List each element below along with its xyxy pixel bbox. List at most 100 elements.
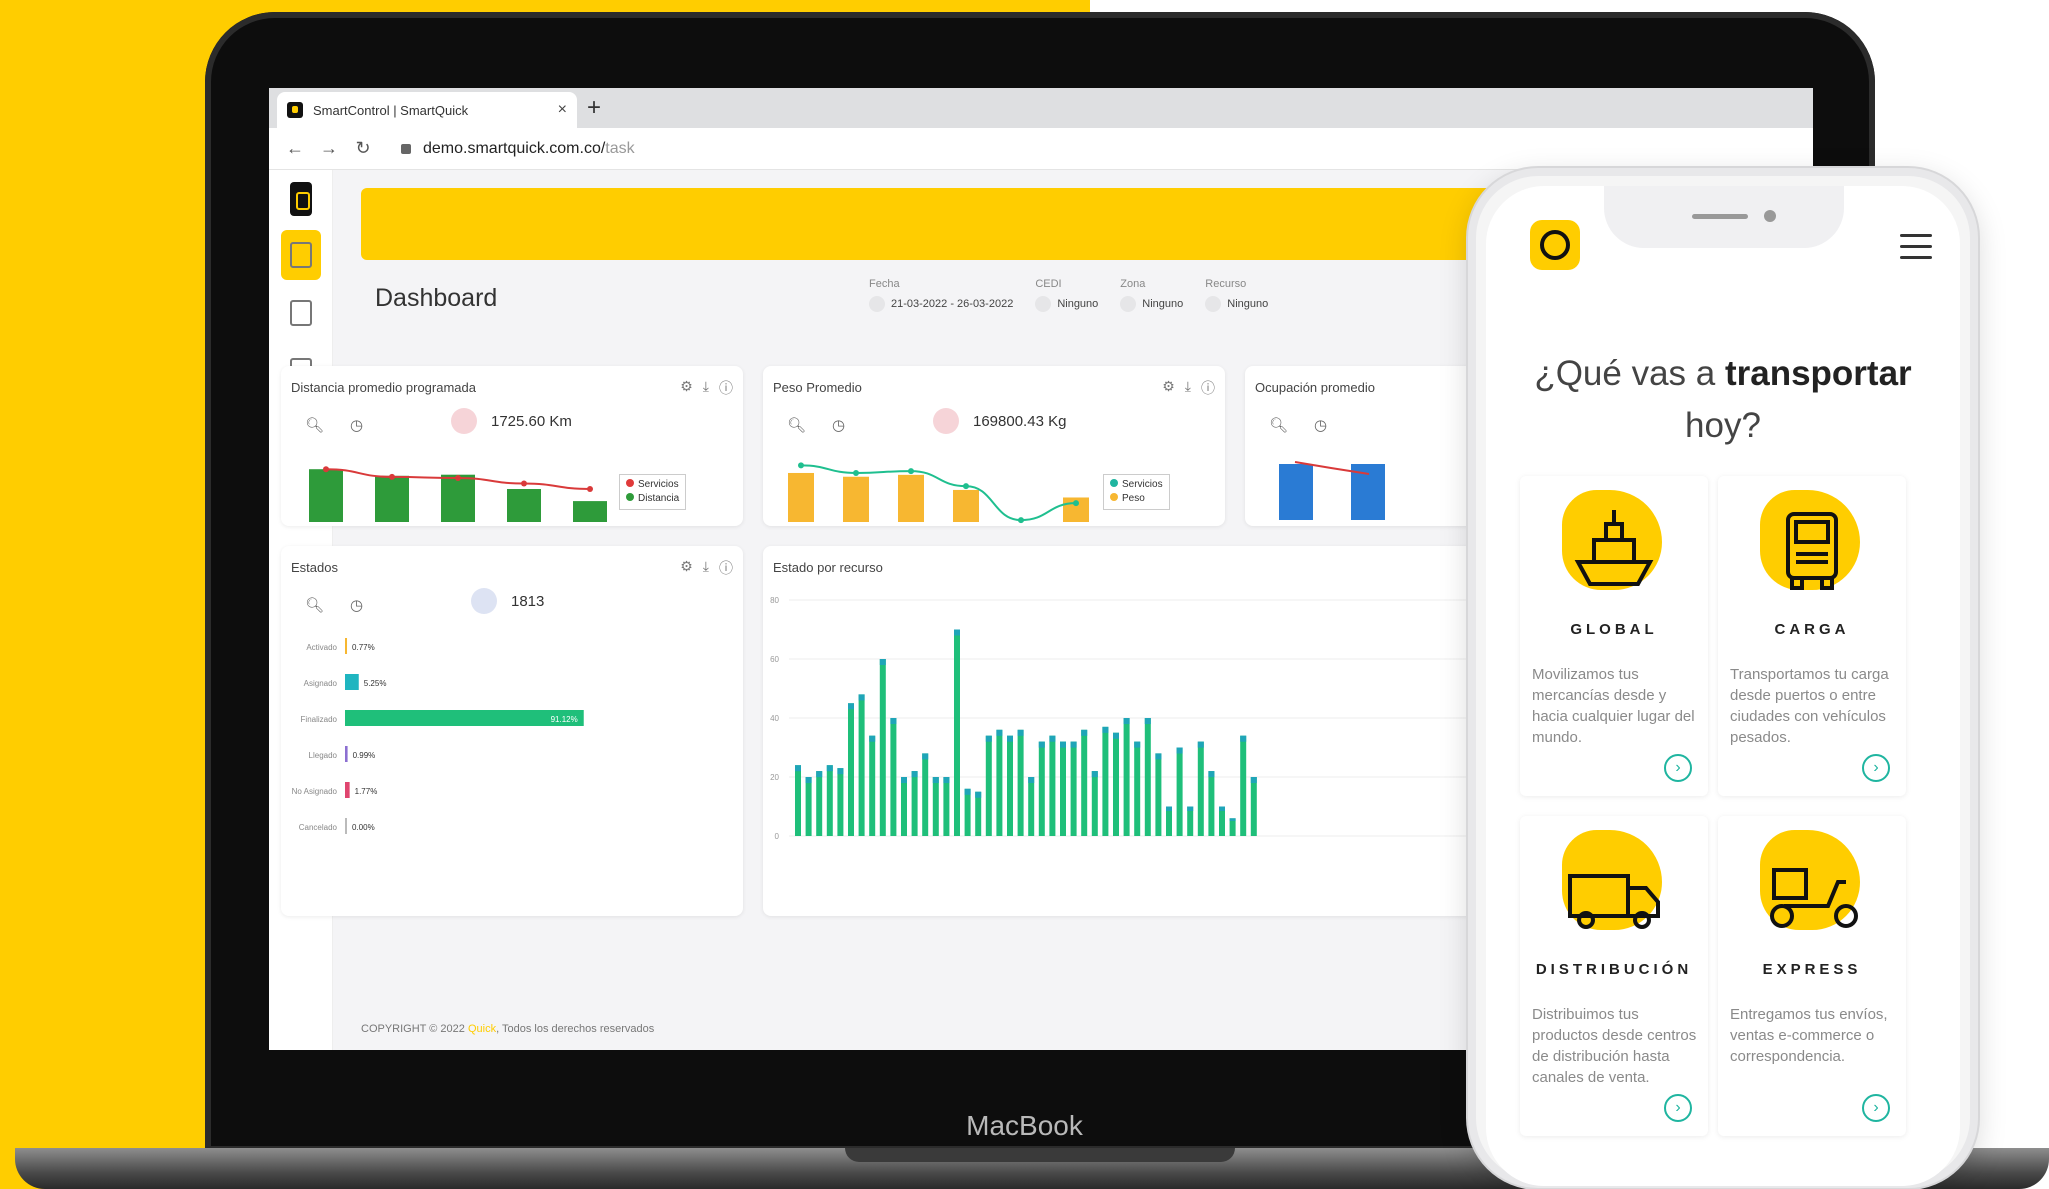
filter-fecha[interactable]: Fecha 21-03-2022 - 26-03-2022	[869, 278, 1013, 312]
service-card-carga[interactable]: CARGA Transportamos tu carga desde puert…	[1718, 476, 1906, 796]
bar-segment	[964, 788, 971, 795]
download-icon[interactable]: ⤓	[1185, 378, 1191, 398]
tick-label: 60	[770, 655, 779, 664]
sidebar-item-dashboard[interactable]	[281, 230, 321, 280]
card-title: Estado por recurso	[773, 560, 883, 575]
zoom-icon[interactable]: 🔍︎	[1269, 416, 1288, 434]
clock-icon[interactable]: ◷	[832, 416, 845, 434]
logo-ring	[1540, 230, 1570, 260]
card-title: Peso Promedio	[773, 380, 862, 395]
filter-label: CEDI	[1035, 278, 1062, 290]
delivery-truck-icon	[1568, 874, 1660, 929]
laptop-notch	[845, 1148, 1235, 1162]
legend-dot	[1110, 493, 1118, 501]
bar	[1123, 718, 1130, 836]
card-title: Estados	[291, 560, 338, 575]
bar-segment	[826, 765, 833, 772]
bar-segment	[1229, 818, 1236, 821]
bar	[345, 782, 350, 798]
reload-icon[interactable]: ↻	[349, 138, 377, 159]
sidebar-item-tasks[interactable]	[281, 288, 321, 338]
heading-text: ¿Qué vas a	[1534, 354, 1725, 393]
category-label: Asignado	[304, 679, 338, 688]
bar	[1229, 818, 1236, 836]
new-tab-button[interactable]: +	[587, 94, 601, 122]
bar-segment	[1017, 729, 1024, 736]
bar	[345, 710, 584, 726]
card-title: Ocupación promedio	[1255, 380, 1375, 395]
settings-icon[interactable]: ⚙	[680, 378, 693, 398]
service-card-distribucion[interactable]: DISTRIBUCIÓN Distribuimos tus productos …	[1520, 816, 1708, 1136]
arrow-right-icon[interactable]: ›	[1664, 754, 1692, 782]
settings-icon[interactable]: ⚙	[1162, 378, 1175, 398]
info-icon[interactable]: ⓘ	[719, 558, 733, 578]
browser-tab[interactable]: SmartControl | SmartQuick ×	[277, 92, 577, 128]
bar	[1240, 735, 1247, 836]
category-label: No Asignado	[292, 787, 338, 796]
bar	[309, 469, 343, 522]
chart-legend: Servicios Peso	[1103, 474, 1170, 510]
filter-cedi[interactable]: CEDI Ninguno	[1035, 278, 1098, 312]
footer-brand-link[interactable]: Quick	[468, 1023, 496, 1035]
bar	[843, 476, 869, 522]
bar	[1091, 771, 1098, 836]
service-desc: Distribuimos tus productos desde centros…	[1532, 1006, 1697, 1086]
bar-segment	[795, 765, 801, 772]
bar	[1102, 726, 1109, 836]
info-icon[interactable]: ⓘ	[1201, 378, 1215, 398]
filter-recurso[interactable]: Recurso Ninguno	[1205, 278, 1268, 312]
service-name: EXPRESS	[1762, 961, 1862, 978]
category-label: Activado	[306, 643, 337, 652]
url-field[interactable]: demo.smartquick.com.co/task	[423, 140, 635, 158]
filter-zona[interactable]: Zona Ninguno	[1120, 278, 1183, 312]
bar-segment	[1208, 771, 1215, 778]
filter-value: Ninguno	[1227, 298, 1269, 310]
bar-segment	[1070, 741, 1077, 748]
bar	[996, 729, 1003, 836]
bar	[1007, 735, 1013, 836]
bar	[1028, 777, 1035, 836]
bar-segment	[954, 629, 960, 636]
arrow-right-icon[interactable]: ›	[1862, 1094, 1890, 1122]
bar	[1038, 741, 1045, 836]
bar-segment	[837, 768, 844, 775]
back-icon[interactable]: ←	[281, 138, 309, 159]
download-icon[interactable]: ⤓	[703, 378, 709, 398]
bar-segment	[1060, 741, 1066, 748]
clock-icon[interactable]: ◷	[350, 596, 363, 614]
tick-label: 20	[770, 773, 779, 782]
service-card-global[interactable]: GLOBAL Movilizamos tus mercancías desde …	[1520, 476, 1708, 796]
zoom-icon[interactable]: 🔍︎	[787, 416, 806, 434]
settings-icon[interactable]: ⚙	[680, 558, 693, 578]
bar-segment	[1134, 741, 1141, 748]
bar	[573, 501, 607, 522]
vehicle-icon	[1205, 296, 1222, 312]
filter-label: Fecha	[869, 278, 900, 290]
arrow-right-icon[interactable]: ›	[1862, 754, 1890, 782]
service-card-express[interactable]: EXPRESS Entregamos tus envíos, ventas e-…	[1718, 816, 1906, 1136]
close-tab-icon[interactable]: ×	[558, 101, 567, 119]
bar	[1070, 741, 1077, 836]
filter-value: Ninguno	[1057, 298, 1099, 310]
info-icon[interactable]: ⓘ	[719, 378, 733, 398]
zoom-icon[interactable]: 🔍︎	[305, 596, 324, 614]
footer-text: , Todos los derechos reservados	[496, 1023, 655, 1035]
bar-segment	[1091, 771, 1098, 778]
arrow-right-icon[interactable]: ›	[1664, 1094, 1692, 1122]
line-point	[1073, 500, 1079, 507]
zoom-icon[interactable]: 🔍︎	[305, 416, 324, 434]
clock-icon[interactable]: ◷	[1314, 416, 1327, 434]
bar-segment	[1250, 777, 1257, 783]
bar	[922, 753, 929, 836]
download-icon[interactable]: ⤓	[703, 558, 709, 578]
clock-icon[interactable]: ◷	[350, 416, 363, 434]
forward-icon[interactable]: →	[315, 138, 343, 159]
quick-logo-icon[interactable]	[1530, 220, 1580, 270]
bar-segment	[1102, 726, 1109, 733]
hamburger-menu-icon[interactable]	[1900, 234, 1932, 267]
category-label: Finalizado	[301, 715, 338, 724]
data-label: 0.77%	[352, 643, 375, 652]
warehouse-icon	[1035, 296, 1052, 312]
metric: 1725.60 Km	[451, 408, 572, 434]
bar-segment	[1007, 735, 1013, 742]
